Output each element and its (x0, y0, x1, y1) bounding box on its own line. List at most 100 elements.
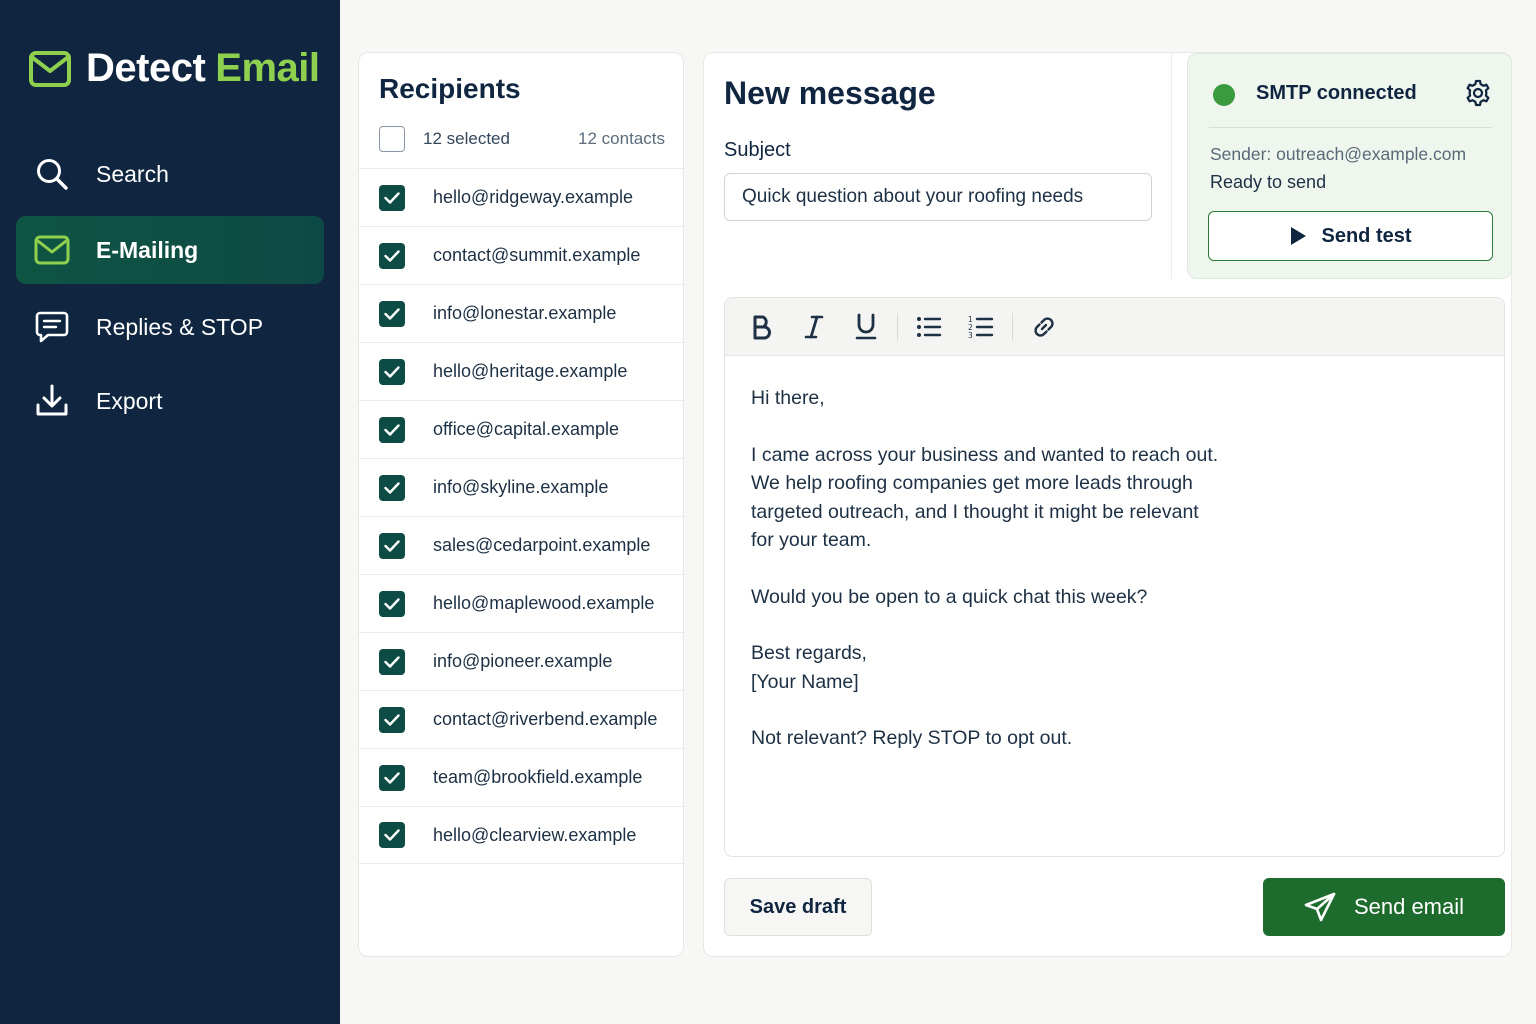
brand-logo[interactable]: Detect Email (28, 46, 320, 91)
recipient-checkbox[interactable] (379, 648, 405, 675)
list-item[interactable]: hello@clearview.example (359, 806, 685, 864)
body-paragraph: I came across your business and wanted t… (751, 441, 1478, 555)
sidebar-item-label: Export (96, 387, 163, 414)
recipients-panel: Recipients 12 selected 12 contacts hello… (358, 52, 685, 957)
smtp-status-panel: SMTP connected Sender: outreach@example.… (1187, 53, 1512, 279)
recipient-email: hello@heritage.example (433, 361, 628, 381)
recipients-title: Recipients (379, 73, 521, 104)
mail-icon (34, 232, 70, 268)
send-email-button[interactable]: Send email (1263, 878, 1505, 936)
panel-divider (1171, 53, 1172, 279)
body-signoff: Best regards, [Your Name] (751, 639, 1478, 696)
check-icon (384, 771, 400, 784)
body-signature: [Your Name] (751, 670, 859, 693)
check-icon (384, 713, 400, 726)
select-all-checkbox[interactable] (379, 126, 405, 152)
sidebar-item-search[interactable]: Search (16, 140, 324, 208)
list-item[interactable]: hello@ridgeway.example (359, 168, 685, 226)
list-item[interactable]: office@capital.example (359, 400, 685, 458)
bold-icon[interactable] (745, 310, 779, 344)
recipient-email: hello@clearview.example (433, 824, 637, 845)
recipient-checkbox[interactable] (379, 416, 405, 443)
recipient-email: info@lonestar.example (433, 303, 617, 323)
message-icon (34, 309, 70, 345)
list-item[interactable]: sales@cedarpoint.example (359, 516, 685, 574)
status-indicator (1213, 84, 1235, 106)
editor-toolbar: 123 (725, 298, 1504, 356)
italic-icon[interactable] (797, 310, 831, 344)
recipient-email: office@capital.example (433, 419, 620, 439)
sidebar: Detect Email Search E-Mailing Replies & S… (0, 0, 340, 1024)
list-item[interactable]: hello@heritage.example (359, 342, 685, 400)
message-editor[interactable]: 123 Hi there, I came across your busines… (724, 297, 1505, 857)
check-icon (384, 539, 400, 552)
recipient-email: contact@riverbend.example (433, 709, 658, 729)
body-line: I came across your business and wanted t… (751, 443, 1219, 466)
send-test-button[interactable]: Send test (1208, 211, 1493, 261)
gear-icon[interactable] (1464, 79, 1492, 107)
smtp-divider (1209, 127, 1492, 128)
link-icon[interactable] (1027, 310, 1061, 344)
subject-label: Subject (724, 139, 791, 161)
check-icon (384, 481, 400, 494)
check-icon (384, 191, 400, 204)
bullet-list-icon[interactable] (912, 310, 946, 344)
list-item[interactable]: team@brookfield.example (359, 748, 685, 806)
recipient-checkbox[interactable] (379, 358, 405, 385)
underline-icon[interactable] (849, 310, 883, 344)
recipient-email: sales@cedarpoint.example (433, 535, 651, 555)
sidebar-item-replies-stop[interactable]: Replies & STOP (16, 293, 324, 361)
recipient-email: hello@maplewood.example (433, 593, 655, 613)
recipient-checkbox[interactable] (379, 300, 405, 327)
save-draft-button[interactable]: Save draft (724, 878, 872, 936)
list-item[interactable]: contact@summit.example (359, 226, 685, 284)
send-email-label: Send email (1353, 894, 1465, 919)
body-closing: Best regards, (751, 642, 867, 664)
recipient-checkbox[interactable] (379, 184, 405, 211)
check-icon (384, 307, 400, 320)
smtp-status-label: SMTP connected (1256, 82, 1417, 104)
body-line: We help roofing companies get more leads… (751, 472, 1193, 494)
recipient-checkbox[interactable] (379, 706, 405, 733)
list-item[interactable]: contact@riverbend.example (359, 690, 685, 748)
recipient-email: contact@summit.example (433, 245, 641, 265)
recipient-checkbox[interactable] (379, 242, 405, 269)
selected-count: 12 selected (423, 129, 510, 148)
recipient-email: team@brookfield.example (433, 767, 643, 787)
recipient-checkbox[interactable] (379, 474, 405, 501)
brand-name: Detect Email (86, 46, 320, 90)
list-item[interactable]: info@lonestar.example (359, 284, 685, 342)
numbered-list-icon[interactable]: 123 (964, 310, 998, 344)
recipient-email: info@skyline.example (433, 477, 609, 497)
sidebar-item-e-mailing[interactable]: E-Mailing (16, 216, 324, 284)
mail-icon (29, 50, 71, 87)
check-icon (384, 365, 400, 378)
recipient-checkbox[interactable] (379, 822, 405, 848)
recipient-checkbox[interactable] (379, 764, 405, 791)
recipient-checkbox[interactable] (379, 532, 405, 559)
message-body[interactable]: Hi there, I came across your business an… (725, 356, 1504, 809)
search-icon (34, 156, 70, 192)
list-item[interactable]: info@pioneer.example (359, 632, 685, 690)
body-line: targeted outreach, and I thought it migh… (751, 500, 1199, 523)
sidebar-item-export[interactable]: Export (16, 367, 324, 435)
subject-input[interactable] (724, 173, 1152, 221)
recipient-list: hello@ridgeway.example contact@summit.ex… (359, 168, 685, 864)
recipient-checkbox[interactable] (379, 590, 405, 617)
toolbar-separator (1012, 312, 1013, 341)
send-icon (1304, 892, 1336, 922)
body-question: Would you be open to a quick chat this w… (751, 585, 1148, 608)
check-icon (384, 249, 400, 262)
send-test-label: Send test (1321, 224, 1412, 247)
check-icon (384, 655, 400, 668)
sender-address: Sender: outreach@example.com (1210, 144, 1467, 164)
body-line: for your team. (751, 529, 872, 551)
list-item[interactable]: info@skyline.example (359, 458, 685, 516)
toolbar-separator (897, 312, 898, 341)
page-title: New message (724, 75, 936, 111)
body-greeting: Hi there, (751, 387, 825, 409)
list-item[interactable]: hello@maplewood.example (359, 574, 685, 632)
download-icon (34, 383, 70, 419)
recipient-email: info@pioneer.example (433, 651, 613, 671)
recipient-email: hello@ridgeway.example (433, 187, 634, 207)
